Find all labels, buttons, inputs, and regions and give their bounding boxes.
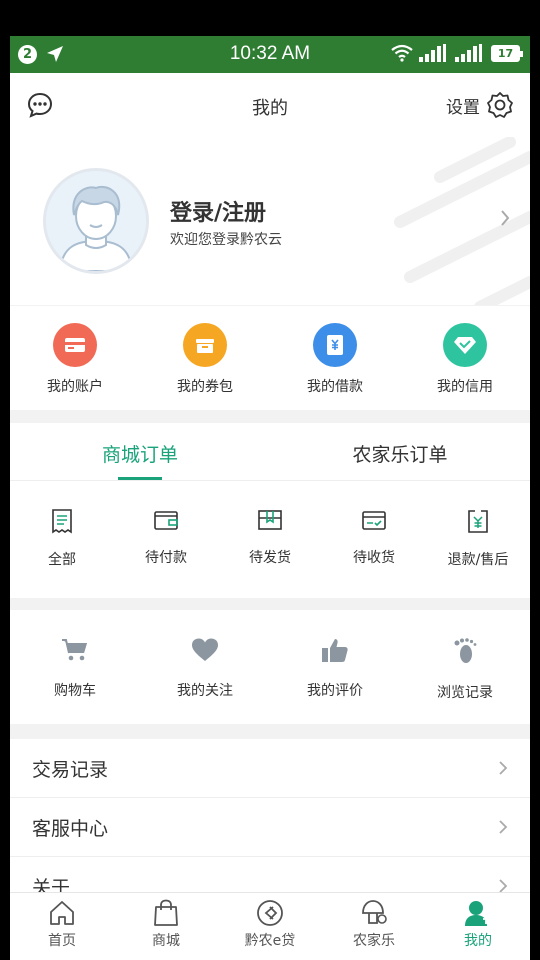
fin-label: 我的信用 xyxy=(437,379,493,395)
orders-section: 商城订单 农家乐订单 全部 待付款 待发货 待收货 退款/售后 xyxy=(10,423,530,598)
shopping-bag-icon xyxy=(154,899,178,926)
tab-mall-orders[interactable]: 商城订单 xyxy=(10,423,270,480)
package-icon xyxy=(258,510,282,530)
receipt-icon xyxy=(52,509,72,534)
order-refund-button[interactable]: 退款/售后 xyxy=(426,481,530,597)
finance-shortcuts: 我的账户 我的券包 我的借款 我的信用 xyxy=(10,306,530,410)
page-header: 我的 设置 xyxy=(10,73,530,137)
status-bar: 2 10:32 AM 17 xyxy=(10,36,530,73)
order-label: 退款/售后 xyxy=(447,552,509,568)
signal-icon-2 xyxy=(455,44,482,62)
history-button[interactable]: 浏览记录 xyxy=(400,610,530,724)
tool-label: 我的关注 xyxy=(177,683,233,699)
avatar[interactable] xyxy=(43,168,149,274)
tab-home[interactable]: 首页 xyxy=(10,893,114,960)
settings-button[interactable]: 设置 xyxy=(446,91,514,119)
footprint-icon xyxy=(454,638,477,663)
chevron-right-icon xyxy=(499,820,508,834)
wallet-icon xyxy=(154,511,178,530)
welcome-text: 欢迎您登录黔农云 xyxy=(170,232,282,248)
order-label: 待付款 xyxy=(145,550,187,566)
order-tabs: 商城订单 农家乐订单 xyxy=(10,423,530,481)
fin-label: 我的账户 xyxy=(47,379,103,395)
list-item-label: 客服中心 xyxy=(32,817,109,840)
tools-section: 购物车 我的关注 我的评价 浏览记录 xyxy=(10,610,530,724)
settings-label: 设置 xyxy=(446,97,480,118)
order-label: 待收货 xyxy=(353,550,395,566)
login-card[interactable]: 登录/注册 欢迎您登录黔农云 xyxy=(10,137,530,305)
heart-icon xyxy=(192,638,218,661)
favorites-button[interactable]: 我的关注 xyxy=(140,610,270,724)
cart-button[interactable]: 购物车 xyxy=(10,610,140,724)
reviews-button[interactable]: 我的评价 xyxy=(270,610,400,724)
chevron-right-icon xyxy=(501,210,510,226)
tool-label: 我的评价 xyxy=(307,683,363,699)
list-item-transactions[interactable]: 交易记录 xyxy=(10,739,530,798)
order-pending-shipment-button[interactable]: 待发货 xyxy=(218,481,322,597)
home-icon xyxy=(50,901,74,925)
login-register-title: 登录/注册 xyxy=(170,201,267,226)
my-credit-button[interactable]: 我的信用 xyxy=(400,306,530,410)
list-item-customer-service[interactable]: 客服中心 xyxy=(10,798,530,857)
tab-mine[interactable]: 我的 xyxy=(426,893,530,960)
tab-qiannong-eloan[interactable]: 黔农e贷 xyxy=(218,893,322,960)
tool-label: 浏览记录 xyxy=(437,685,493,701)
gear-icon xyxy=(487,92,513,118)
cart-icon xyxy=(62,639,87,661)
profile-icon xyxy=(465,901,489,926)
wifi-icon xyxy=(391,44,413,62)
tool-label: 购物车 xyxy=(54,683,96,699)
tab-label: 黔农e贷 xyxy=(244,933,296,949)
my-loans-button[interactable]: 我的借款 xyxy=(270,306,400,410)
tab-label: 商城 xyxy=(152,933,180,949)
app-screen: 2 10:32 AM 17 我的 设置 登录/注册 欢迎您登录黔农云 我的账户 … xyxy=(10,36,530,960)
card-icon xyxy=(53,323,97,367)
refund-icon xyxy=(468,510,488,533)
bottom-tab-bar: 首页 商城 黔农e贷 农家乐 我的 xyxy=(10,892,530,960)
credit-icon xyxy=(443,323,487,367)
coupon-icon xyxy=(183,323,227,367)
thumbs-up-icon xyxy=(322,639,348,662)
order-pending-payment-button[interactable]: 待付款 xyxy=(114,481,218,597)
order-all-button[interactable]: 全部 xyxy=(10,481,114,597)
signal-icon xyxy=(419,44,446,62)
fin-label: 我的券包 xyxy=(177,379,233,395)
tab-label: 首页 xyxy=(48,933,76,949)
tab-label: 农家乐 xyxy=(353,933,395,949)
mushroom-icon xyxy=(362,900,387,924)
battery-icon: 17 xyxy=(491,44,523,62)
order-status-row: 全部 待付款 待发货 待收货 退款/售后 xyxy=(10,481,530,597)
chevron-right-icon xyxy=(499,761,508,775)
order-label: 全部 xyxy=(48,552,76,568)
loan-icon xyxy=(313,323,357,367)
delivery-icon xyxy=(362,511,386,530)
list-item-label: 交易记录 xyxy=(32,758,109,781)
order-pending-receipt-button[interactable]: 待收货 xyxy=(322,481,426,597)
default-avatar-icon xyxy=(46,171,146,271)
my-account-button[interactable]: 我的账户 xyxy=(10,306,140,410)
tab-label: 我的 xyxy=(464,933,492,949)
menu-list: 交易记录 客服中心 关于 xyxy=(10,739,530,916)
fin-label: 我的借款 xyxy=(307,379,363,395)
tab-farmstay-orders[interactable]: 农家乐订单 xyxy=(270,423,530,480)
tab-farmstay[interactable]: 农家乐 xyxy=(322,893,426,960)
tab-mall[interactable]: 商城 xyxy=(114,893,218,960)
my-coupons-button[interactable]: 我的券包 xyxy=(140,306,270,410)
order-label: 待发货 xyxy=(249,550,291,566)
loan-circle-icon xyxy=(257,900,283,926)
